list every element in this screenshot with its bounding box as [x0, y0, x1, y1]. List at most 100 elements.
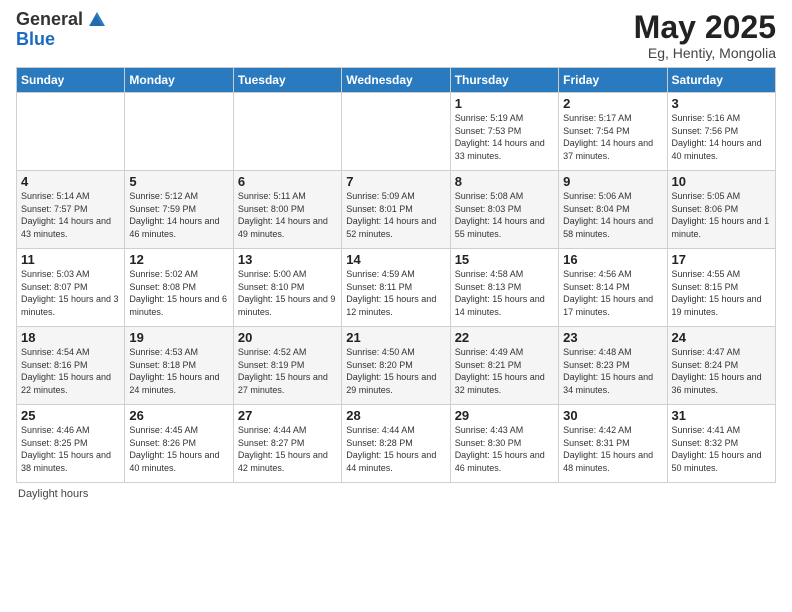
day-info: Sunrise: 4:46 AMSunset: 8:25 PMDaylight:…: [21, 424, 120, 474]
day-info: Sunrise: 4:59 AMSunset: 8:11 PMDaylight:…: [346, 268, 445, 318]
day-number: 31: [672, 408, 771, 423]
day-number: 23: [563, 330, 662, 345]
weekday-header-monday: Monday: [125, 68, 233, 93]
day-number: 7: [346, 174, 445, 189]
day-info: Sunrise: 5:11 AMSunset: 8:00 PMDaylight:…: [238, 190, 337, 240]
calendar-cell: 15Sunrise: 4:58 AMSunset: 8:13 PMDayligh…: [450, 249, 558, 327]
calendar-cell: 17Sunrise: 4:55 AMSunset: 8:15 PMDayligh…: [667, 249, 775, 327]
day-info: Sunrise: 5:19 AMSunset: 7:53 PMDaylight:…: [455, 112, 554, 162]
day-number: 14: [346, 252, 445, 267]
day-number: 20: [238, 330, 337, 345]
day-info: Sunrise: 5:03 AMSunset: 8:07 PMDaylight:…: [21, 268, 120, 318]
week-row-4: 18Sunrise: 4:54 AMSunset: 8:16 PMDayligh…: [17, 327, 776, 405]
day-number: 1: [455, 96, 554, 111]
calendar-cell: 27Sunrise: 4:44 AMSunset: 8:27 PMDayligh…: [233, 405, 341, 483]
logo: General Blue: [16, 10, 107, 50]
day-info: Sunrise: 5:06 AMSunset: 8:04 PMDaylight:…: [563, 190, 662, 240]
day-info: Sunrise: 4:43 AMSunset: 8:30 PMDaylight:…: [455, 424, 554, 474]
day-number: 21: [346, 330, 445, 345]
calendar-cell: 8Sunrise: 5:08 AMSunset: 8:03 PMDaylight…: [450, 171, 558, 249]
calendar-cell: 14Sunrise: 4:59 AMSunset: 8:11 PMDayligh…: [342, 249, 450, 327]
logo-general: General: [16, 10, 83, 30]
day-number: 3: [672, 96, 771, 111]
calendar-cell: 3Sunrise: 5:16 AMSunset: 7:56 PMDaylight…: [667, 93, 775, 171]
day-info: Sunrise: 4:54 AMSunset: 8:16 PMDaylight:…: [21, 346, 120, 396]
calendar-cell: 1Sunrise: 5:19 AMSunset: 7:53 PMDaylight…: [450, 93, 558, 171]
calendar-cell: 5Sunrise: 5:12 AMSunset: 7:59 PMDaylight…: [125, 171, 233, 249]
weekday-header-thursday: Thursday: [450, 68, 558, 93]
day-number: 11: [21, 252, 120, 267]
calendar-cell: 25Sunrise: 4:46 AMSunset: 8:25 PMDayligh…: [17, 405, 125, 483]
day-info: Sunrise: 5:17 AMSunset: 7:54 PMDaylight:…: [563, 112, 662, 162]
day-info: Sunrise: 4:44 AMSunset: 8:28 PMDaylight:…: [346, 424, 445, 474]
day-number: 10: [672, 174, 771, 189]
calendar-cell: 11Sunrise: 5:03 AMSunset: 8:07 PMDayligh…: [17, 249, 125, 327]
calendar-cell: 19Sunrise: 4:53 AMSunset: 8:18 PMDayligh…: [125, 327, 233, 405]
day-info: Sunrise: 5:12 AMSunset: 7:59 PMDaylight:…: [129, 190, 228, 240]
weekday-header-tuesday: Tuesday: [233, 68, 341, 93]
calendar-cell: [233, 93, 341, 171]
day-number: 4: [21, 174, 120, 189]
week-row-3: 11Sunrise: 5:03 AMSunset: 8:07 PMDayligh…: [17, 249, 776, 327]
logo-blue: Blue: [16, 29, 55, 49]
calendar-cell: 31Sunrise: 4:41 AMSunset: 8:32 PMDayligh…: [667, 405, 775, 483]
day-info: Sunrise: 5:00 AMSunset: 8:10 PMDaylight:…: [238, 268, 337, 318]
title-block: May 2025 Eg, Hentiy, Mongolia: [634, 10, 776, 61]
logo-icon: [85, 8, 107, 30]
day-info: Sunrise: 5:05 AMSunset: 8:06 PMDaylight:…: [672, 190, 771, 240]
calendar-cell: 4Sunrise: 5:14 AMSunset: 7:57 PMDaylight…: [17, 171, 125, 249]
calendar-cell: [125, 93, 233, 171]
day-number: 22: [455, 330, 554, 345]
calendar-cell: 16Sunrise: 4:56 AMSunset: 8:14 PMDayligh…: [559, 249, 667, 327]
day-info: Sunrise: 4:41 AMSunset: 8:32 PMDaylight:…: [672, 424, 771, 474]
day-info: Sunrise: 4:53 AMSunset: 8:18 PMDaylight:…: [129, 346, 228, 396]
day-number: 17: [672, 252, 771, 267]
calendar-cell: 23Sunrise: 4:48 AMSunset: 8:23 PMDayligh…: [559, 327, 667, 405]
calendar-cell: 29Sunrise: 4:43 AMSunset: 8:30 PMDayligh…: [450, 405, 558, 483]
day-info: Sunrise: 4:56 AMSunset: 8:14 PMDaylight:…: [563, 268, 662, 318]
day-number: 19: [129, 330, 228, 345]
day-info: Sunrise: 4:58 AMSunset: 8:13 PMDaylight:…: [455, 268, 554, 318]
weekday-header-sunday: Sunday: [17, 68, 125, 93]
day-number: 16: [563, 252, 662, 267]
day-info: Sunrise: 5:02 AMSunset: 8:08 PMDaylight:…: [129, 268, 228, 318]
calendar-cell: 30Sunrise: 4:42 AMSunset: 8:31 PMDayligh…: [559, 405, 667, 483]
week-row-5: 25Sunrise: 4:46 AMSunset: 8:25 PMDayligh…: [17, 405, 776, 483]
week-row-2: 4Sunrise: 5:14 AMSunset: 7:57 PMDaylight…: [17, 171, 776, 249]
day-number: 30: [563, 408, 662, 423]
calendar-cell: 13Sunrise: 5:00 AMSunset: 8:10 PMDayligh…: [233, 249, 341, 327]
calendar-cell: [342, 93, 450, 171]
calendar-cell: 22Sunrise: 4:49 AMSunset: 8:21 PMDayligh…: [450, 327, 558, 405]
day-number: 25: [21, 408, 120, 423]
day-info: Sunrise: 4:52 AMSunset: 8:19 PMDaylight:…: [238, 346, 337, 396]
day-info: Sunrise: 4:48 AMSunset: 8:23 PMDaylight:…: [563, 346, 662, 396]
day-info: Sunrise: 4:50 AMSunset: 8:20 PMDaylight:…: [346, 346, 445, 396]
day-number: 5: [129, 174, 228, 189]
day-info: Sunrise: 4:47 AMSunset: 8:24 PMDaylight:…: [672, 346, 771, 396]
day-number: 8: [455, 174, 554, 189]
day-info: Sunrise: 4:49 AMSunset: 8:21 PMDaylight:…: [455, 346, 554, 396]
calendar-cell: 20Sunrise: 4:52 AMSunset: 8:19 PMDayligh…: [233, 327, 341, 405]
day-number: 9: [563, 174, 662, 189]
day-info: Sunrise: 4:55 AMSunset: 8:15 PMDaylight:…: [672, 268, 771, 318]
calendar-subtitle: Eg, Hentiy, Mongolia: [634, 45, 776, 61]
day-number: 28: [346, 408, 445, 423]
day-number: 2: [563, 96, 662, 111]
day-number: 24: [672, 330, 771, 345]
day-info: Sunrise: 5:16 AMSunset: 7:56 PMDaylight:…: [672, 112, 771, 162]
calendar-cell: 26Sunrise: 4:45 AMSunset: 8:26 PMDayligh…: [125, 405, 233, 483]
calendar-cell: 7Sunrise: 5:09 AMSunset: 8:01 PMDaylight…: [342, 171, 450, 249]
day-number: 12: [129, 252, 228, 267]
calendar-cell: 9Sunrise: 5:06 AMSunset: 8:04 PMDaylight…: [559, 171, 667, 249]
week-row-1: 1Sunrise: 5:19 AMSunset: 7:53 PMDaylight…: [17, 93, 776, 171]
day-info: Sunrise: 5:09 AMSunset: 8:01 PMDaylight:…: [346, 190, 445, 240]
day-info: Sunrise: 4:42 AMSunset: 8:31 PMDaylight:…: [563, 424, 662, 474]
calendar-cell: [17, 93, 125, 171]
calendar-cell: 18Sunrise: 4:54 AMSunset: 8:16 PMDayligh…: [17, 327, 125, 405]
day-number: 18: [21, 330, 120, 345]
day-number: 13: [238, 252, 337, 267]
day-number: 26: [129, 408, 228, 423]
day-number: 29: [455, 408, 554, 423]
header: General Blue May 2025 Eg, Hentiy, Mongol…: [16, 10, 776, 61]
footer-note: Daylight hours: [16, 488, 776, 500]
